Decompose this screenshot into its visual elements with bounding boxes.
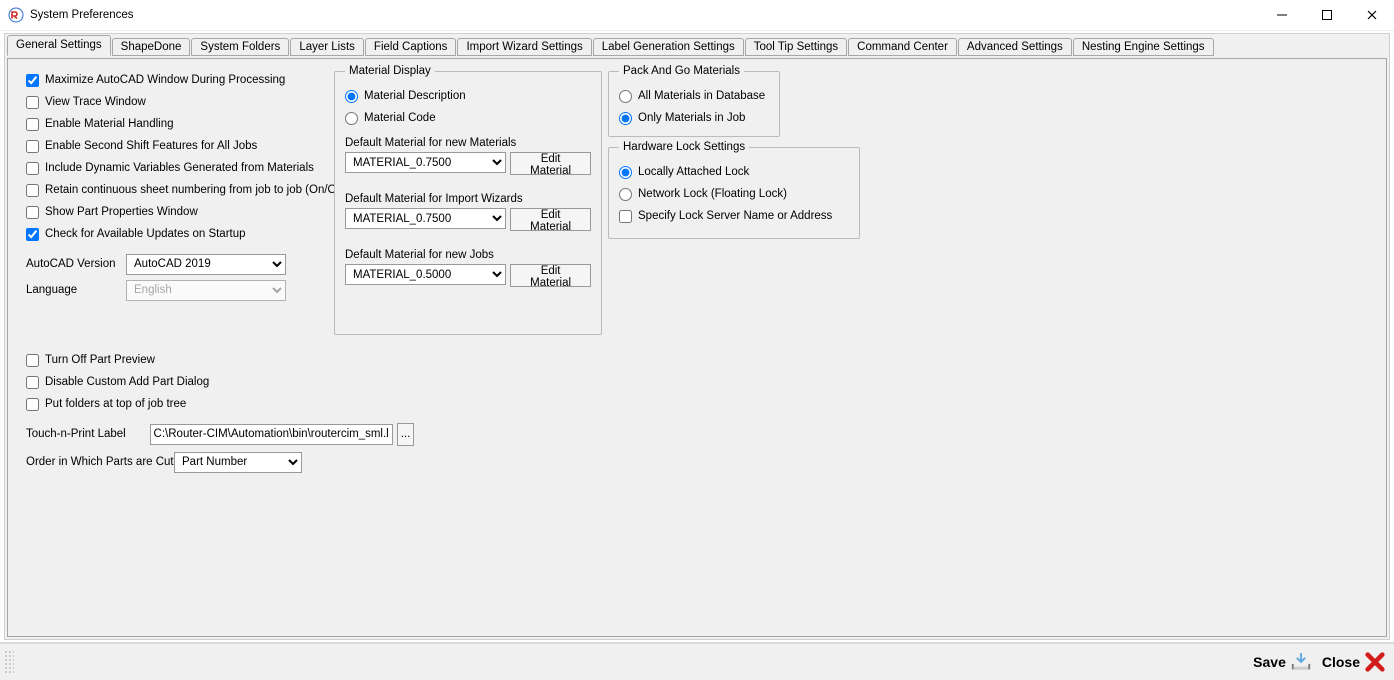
tab-label: Layer Lists: [299, 41, 355, 53]
language-label: Language: [26, 284, 126, 296]
cb-label: Check for Available Updates on Startup: [45, 228, 246, 240]
default-import-wizards-combo[interactable]: MATERIAL_0.7500: [345, 208, 506, 229]
touch-n-print-input[interactable]: [150, 424, 393, 445]
cb-turn-off-preview[interactable]: [26, 354, 39, 367]
rb-label: Locally Attached Lock: [638, 166, 749, 178]
tab-page-general: Maximize AutoCAD Window During Processin…: [7, 58, 1387, 637]
language-combo: English: [126, 280, 286, 301]
tab-label-generation[interactable]: Label Generation Settings: [593, 38, 744, 56]
tab-import-wizard[interactable]: Import Wizard Settings: [457, 38, 591, 56]
rb-material-description[interactable]: [345, 90, 358, 103]
default-new-jobs-combo[interactable]: MATERIAL_0.5000: [345, 264, 506, 285]
cb-check-updates[interactable]: [26, 228, 39, 241]
edit-material-new-jobs-button[interactable]: Edit Material: [510, 264, 591, 287]
tab-layer-lists[interactable]: Layer Lists: [290, 38, 364, 56]
tab-label: Label Generation Settings: [602, 41, 735, 53]
rb-label: All Materials in Database: [638, 90, 765, 102]
cb-label: Turn Off Part Preview: [45, 354, 155, 366]
cb-maximize-autocad[interactable]: [26, 74, 39, 87]
close-label: Close: [1322, 654, 1360, 670]
cb-label: Put folders at top of job tree: [45, 398, 186, 410]
rb-label: Material Description: [364, 90, 466, 102]
tab-label: Import Wizard Settings: [466, 41, 582, 53]
default-new-materials-combo[interactable]: MATERIAL_0.7500: [345, 152, 506, 173]
cb-label: Enable Second Shift Features for All Job…: [45, 140, 257, 152]
tab-tool-tip[interactable]: Tool Tip Settings: [745, 38, 847, 56]
hardware-lock-group: Hardware Lock Settings Locally Attached …: [608, 141, 860, 239]
cb-label: View Trace Window: [45, 96, 146, 108]
tab-strip: General Settings ShapeDone System Folder…: [5, 34, 1389, 56]
cb-label: Show Part Properties Window: [45, 206, 198, 218]
touch-n-print-label: Touch-n-Print Label: [26, 428, 150, 440]
tab-system-folders[interactable]: System Folders: [191, 38, 289, 56]
app-icon: [8, 7, 24, 23]
window-title: System Preferences: [30, 9, 134, 21]
close-icon: [1364, 651, 1386, 673]
cb-label: Maximize AutoCAD Window During Processin…: [45, 74, 285, 86]
cb-disable-custom-add-part[interactable]: [26, 376, 39, 389]
cb-label: Retain continuous sheet numbering from j…: [45, 184, 347, 196]
touch-n-print-browse-button[interactable]: ...: [397, 423, 414, 446]
edit-material-new-materials-button[interactable]: Edit Material: [510, 152, 591, 175]
tab-nesting-engine[interactable]: Nesting Engine Settings: [1073, 38, 1214, 56]
parts-cut-order-combo[interactable]: Part Number: [174, 452, 302, 473]
acad-version-label: AutoCAD Version: [26, 258, 126, 270]
save-label: Save: [1253, 654, 1286, 670]
tab-shapedone[interactable]: ShapeDone: [112, 38, 191, 56]
tab-label: System Folders: [200, 41, 280, 53]
rb-locally-attached-lock[interactable]: [619, 166, 632, 179]
cb-label: Specify Lock Server Name or Address: [638, 210, 832, 222]
title-bar: System Preferences: [0, 0, 1394, 31]
tab-label: Advanced Settings: [967, 41, 1063, 53]
tab-advanced[interactable]: Advanced Settings: [958, 38, 1072, 56]
tab-field-captions[interactable]: Field Captions: [365, 38, 457, 56]
tab-label: Tool Tip Settings: [754, 41, 838, 53]
tab-label: Command Center: [857, 41, 948, 53]
cb-retain-sheet-numbering[interactable]: [26, 184, 39, 197]
cb-view-trace[interactable]: [26, 96, 39, 109]
tab-label: General Settings: [16, 39, 102, 51]
cb-label: Enable Material Handling: [45, 118, 174, 130]
cb-enable-material-handling[interactable]: [26, 118, 39, 131]
cb-folders-at-top[interactable]: [26, 398, 39, 411]
default-new-materials-label: Default Material for new Materials: [345, 137, 591, 149]
grip-icon: [4, 650, 14, 674]
minimize-button[interactable]: [1259, 0, 1304, 30]
edit-material-import-wizards-button[interactable]: Edit Material: [510, 208, 591, 231]
default-import-wizards-label: Default Material for Import Wizards: [345, 193, 591, 205]
rb-network-lock[interactable]: [619, 188, 632, 201]
acad-version-combo[interactable]: AutoCAD 2019: [126, 254, 286, 275]
parts-cut-order-label: Order in Which Parts are Cut: [26, 456, 174, 468]
cb-include-dynamic-vars[interactable]: [26, 162, 39, 175]
rb-all-materials-db[interactable]: [619, 90, 632, 103]
cb-label: Disable Custom Add Part Dialog: [45, 376, 209, 388]
material-display-legend: Material Display: [345, 65, 435, 77]
cb-enable-second-shift[interactable]: [26, 140, 39, 153]
close-window-button[interactable]: [1349, 0, 1394, 30]
cb-show-part-properties[interactable]: [26, 206, 39, 219]
rb-label: Only Materials in Job: [638, 112, 745, 124]
maximize-button[interactable]: [1304, 0, 1349, 30]
pack-and-go-group: Pack And Go Materials All Materials in D…: [608, 65, 780, 137]
save-button[interactable]: Save: [1253, 651, 1312, 673]
cb-specify-lock-server[interactable]: [619, 210, 632, 223]
pack-and-go-legend: Pack And Go Materials: [619, 65, 744, 77]
tab-label: Field Captions: [374, 41, 448, 53]
save-icon: [1290, 651, 1312, 673]
rb-material-code[interactable]: [345, 112, 358, 125]
tab-command-center[interactable]: Command Center: [848, 38, 957, 56]
tab-label: Nesting Engine Settings: [1082, 41, 1205, 53]
bottom-toolbar: Save Close: [0, 642, 1394, 680]
material-display-group: Material Display Material Description Ma…: [334, 65, 602, 335]
default-new-jobs-label: Default Material for new Jobs: [345, 249, 591, 261]
close-button[interactable]: Close: [1322, 651, 1386, 673]
cb-label: Include Dynamic Variables Generated from…: [45, 162, 314, 174]
rb-only-materials-job[interactable]: [619, 112, 632, 125]
hardware-lock-legend: Hardware Lock Settings: [619, 141, 749, 153]
rb-label: Network Lock (Floating Lock): [638, 188, 787, 200]
tab-label: ShapeDone: [121, 41, 182, 53]
tab-general-settings[interactable]: General Settings: [7, 35, 111, 56]
rb-label: Material Code: [364, 112, 436, 124]
